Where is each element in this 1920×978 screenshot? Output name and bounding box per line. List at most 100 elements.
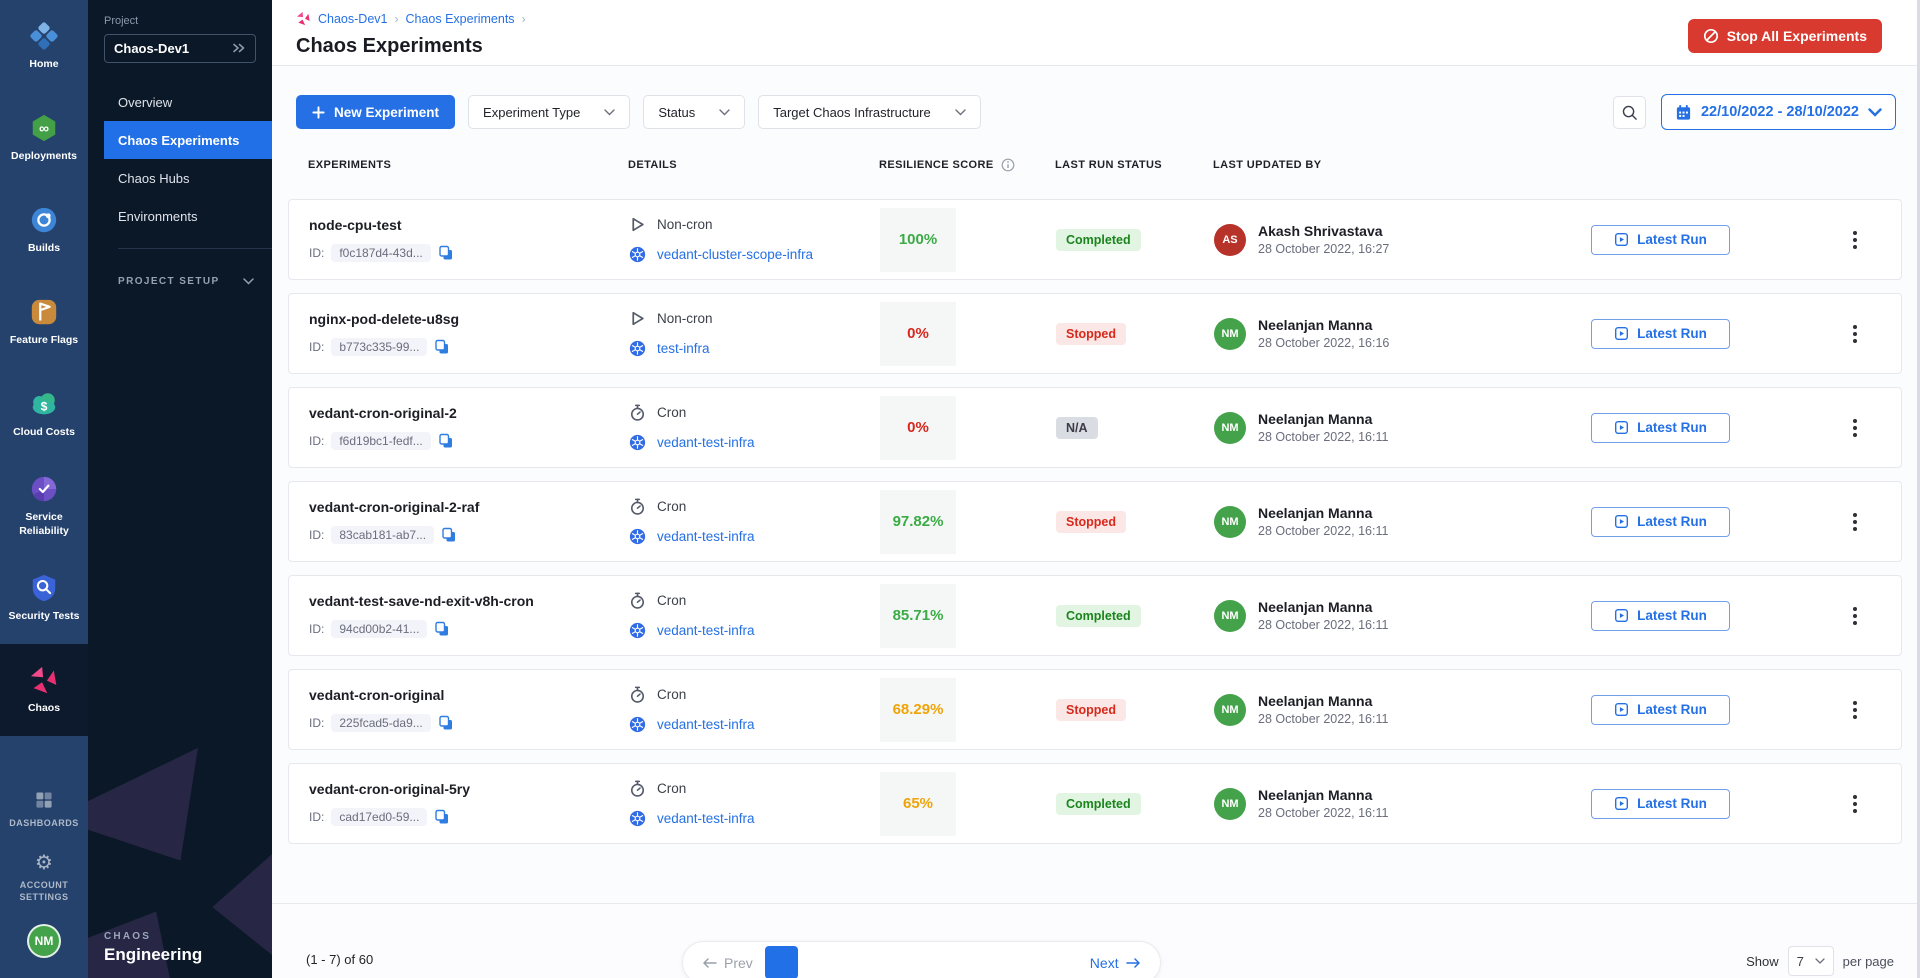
copy-icon[interactable] (434, 809, 450, 825)
sidebar-item-environments[interactable]: Environments (88, 197, 272, 235)
chevron-down-icon (243, 278, 254, 285)
prev-page-button[interactable]: Prev (693, 955, 763, 971)
filter-dropdown-experiment-type[interactable]: Experiment Type (468, 95, 630, 129)
sidebar-item-account-settings[interactable]: ⚙ ACCOUNT SETTINGS (0, 840, 88, 914)
module-item-home[interactable]: Home (0, 0, 88, 92)
breadcrumb-link[interactable]: Chaos-Dev1 (318, 12, 387, 26)
copy-icon[interactable] (434, 339, 450, 355)
new-experiment-button[interactable]: New Experiment (296, 95, 455, 129)
page-number-button[interactable] (800, 946, 833, 978)
latest-run-button[interactable]: Latest Run (1591, 789, 1730, 819)
row-menu-kebab[interactable] (1819, 231, 1857, 249)
infra-link[interactable]: vedant-test-infra (657, 811, 755, 826)
copy-icon[interactable] (438, 245, 454, 261)
table-header: EXPERIMENTS DETAILS RESILIENCE SCORE LAS… (288, 157, 1902, 173)
kubernetes-icon (629, 716, 646, 733)
copy-icon[interactable] (438, 715, 454, 731)
row-menu-kebab[interactable] (1819, 419, 1857, 437)
resilience-score-value: 85.71% (893, 607, 944, 624)
module-list: Home ∞ Deployments Builds Feature Flags … (0, 0, 88, 736)
page-size-control: Show 7 per page (1746, 946, 1894, 976)
user-avatar[interactable]: NM (27, 924, 61, 958)
row-menu-kebab[interactable] (1819, 795, 1857, 813)
row-menu-kebab[interactable] (1819, 325, 1857, 343)
stopwatch-icon (629, 780, 646, 797)
module-item-feature-flags[interactable]: Feature Flags (0, 276, 88, 368)
sidebar-item-chaos-hubs[interactable]: Chaos Hubs (88, 159, 272, 197)
experiment-id: f6d19bc1-fedf... (331, 432, 430, 450)
module-item-builds[interactable]: Builds (0, 184, 88, 276)
updated-at: 28 October 2022, 16:16 (1258, 336, 1389, 350)
latest-run-button[interactable]: Latest Run (1591, 695, 1730, 725)
search-button[interactable] (1613, 96, 1646, 129)
experiment-name[interactable]: node-cpu-test (309, 217, 613, 233)
status-badge: Completed (1056, 793, 1141, 815)
main-content: Chaos-Dev1 › Chaos Experiments › Chaos E… (272, 0, 1920, 978)
breadcrumb-link[interactable]: Chaos Experiments (405, 12, 514, 26)
page-number-button[interactable] (1010, 946, 1043, 978)
page-number-button[interactable] (975, 946, 1008, 978)
sidebar-item-label: Environments (118, 209, 197, 224)
copy-icon[interactable] (441, 527, 457, 543)
experiment-name[interactable]: nginx-pod-delete-u8sg (309, 311, 613, 327)
experiment-name[interactable]: vedant-cron-original (309, 687, 613, 703)
next-page-button[interactable]: Next (1080, 955, 1150, 971)
infra-link[interactable]: vedant-cluster-scope-infra (657, 247, 813, 262)
infra-link[interactable]: vedant-test-infra (657, 435, 755, 450)
resilience-score-value: 97.82% (893, 513, 944, 530)
infra-link[interactable]: test-infra (657, 341, 710, 356)
latest-run-button[interactable]: Latest Run (1591, 413, 1730, 443)
plus-icon (312, 106, 325, 119)
resilience-score-value: 65% (903, 795, 933, 812)
module-item-security-tests[interactable]: Security Tests (0, 552, 88, 644)
row-menu-kebab[interactable] (1819, 701, 1857, 719)
column-resilience-score: RESILIENCE SCORE (879, 158, 1055, 172)
page-number-button[interactable] (835, 946, 868, 978)
module-item-cloud-costs[interactable]: $ Cloud Costs (0, 368, 88, 460)
sidebar-item-chaos-experiments[interactable]: Chaos Experiments (104, 121, 272, 159)
page-number-button[interactable] (870, 946, 903, 978)
updated-at: 28 October 2022, 16:27 (1258, 242, 1389, 256)
page-number-button[interactable] (940, 946, 973, 978)
latest-run-icon (1614, 702, 1629, 717)
experiment-name[interactable]: vedant-cron-original-2 (309, 405, 613, 421)
experiment-row: vedant-cron-original-2 ID: f6d19bc1-fedf… (288, 387, 1902, 468)
sidebar-item-dashboards[interactable]: DASHBOARDS (5, 778, 83, 840)
row-menu-kebab[interactable] (1819, 513, 1857, 531)
infra-link[interactable]: vedant-test-infra (657, 623, 755, 638)
page-size-select[interactable]: 7 (1788, 946, 1834, 976)
experiment-name[interactable]: vedant-cron-original-2-raf (309, 499, 613, 515)
module-item-deployments[interactable]: ∞ Deployments (0, 92, 88, 184)
filter-dropdown-target-chaos-infrastructure[interactable]: Target Chaos Infrastructure (758, 95, 981, 129)
deployments-icon: ∞ (29, 113, 59, 143)
experiment-name[interactable]: vedant-test-save-nd-exit-v8h-cron (309, 593, 613, 609)
infra-link[interactable]: vedant-test-infra (657, 717, 755, 732)
page-number-button[interactable] (765, 946, 798, 978)
latest-run-button[interactable]: Latest Run (1591, 507, 1730, 537)
sidebar-item-overview[interactable]: Overview (88, 83, 272, 121)
chevron-down-icon (604, 109, 615, 116)
per-page-label: per page (1843, 954, 1894, 969)
latest-run-button[interactable]: Latest Run (1591, 319, 1730, 349)
latest-run-button[interactable]: Latest Run (1591, 225, 1730, 255)
copy-icon[interactable] (438, 433, 454, 449)
project-setup-section[interactable]: PROJECT SETUP (88, 276, 272, 287)
latest-run-button[interactable]: Latest Run (1591, 601, 1730, 631)
date-range-picker[interactable]: 22/10/2022 - 28/10/2022 (1661, 94, 1896, 130)
page-title: Chaos Experiments (296, 35, 1896, 58)
kubernetes-icon (629, 434, 646, 451)
kubernetes-icon (629, 810, 646, 827)
experiment-name[interactable]: vedant-cron-original-5ry (309, 781, 613, 797)
module-item-service-reliability[interactable]: Service Reliability (0, 460, 88, 552)
info-icon[interactable] (1001, 158, 1015, 172)
page-number-button[interactable] (905, 946, 938, 978)
page-number-button[interactable] (1045, 946, 1078, 978)
project-select[interactable]: Chaos-Dev1 (104, 34, 256, 63)
row-menu-kebab[interactable] (1819, 607, 1857, 625)
infra-link[interactable]: vedant-test-infra (657, 529, 755, 544)
filter-dropdown-status[interactable]: Status (643, 95, 745, 129)
stop-all-experiments-button[interactable]: Stop All Experiments (1688, 19, 1882, 53)
module-item-chaos[interactable]: Chaos (0, 644, 88, 736)
toolbar-right: 22/10/2022 - 28/10/2022 (1613, 94, 1896, 130)
copy-icon[interactable] (434, 621, 450, 637)
